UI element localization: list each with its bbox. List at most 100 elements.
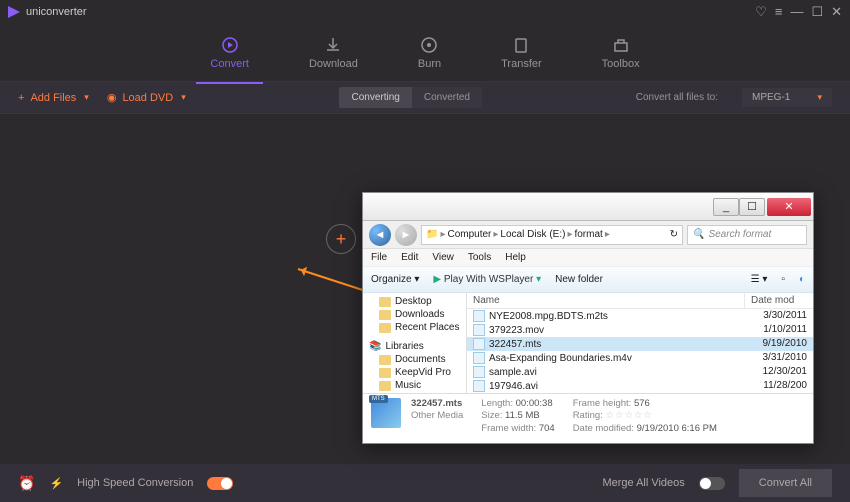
convert-all-button[interactable]: Convert All bbox=[739, 469, 832, 497]
nav-label: Transfer bbox=[501, 58, 542, 70]
tree-item: KeepVid Pro bbox=[363, 366, 466, 379]
nav-convert[interactable]: Convert bbox=[210, 36, 249, 70]
help-icon[interactable]: ◐ bbox=[799, 274, 805, 285]
folder-icon bbox=[379, 297, 391, 307]
back-button[interactable]: ◄ bbox=[369, 224, 391, 246]
tree-item: Music bbox=[363, 379, 466, 392]
dialog-maximize-button[interactable]: ☐ bbox=[739, 198, 765, 216]
close-icon[interactable]: ✕ bbox=[831, 4, 842, 20]
folder-icon: 📁 bbox=[426, 229, 438, 240]
toolbar: + Add Files ▾ ◉ Load DVD ▾ Converting Co… bbox=[0, 82, 850, 114]
user-icon[interactable]: ♡ bbox=[755, 4, 767, 20]
seg-converting[interactable]: Converting bbox=[339, 87, 411, 108]
status-segment: Converting Converted bbox=[339, 87, 482, 108]
output-format-select[interactable]: MPEG-1 ▾ bbox=[742, 88, 832, 107]
tree-item: Documents bbox=[363, 353, 466, 366]
disc-icon: ◉ bbox=[107, 91, 117, 104]
file-row[interactable]: 197946.avi11/28/200 bbox=[467, 379, 813, 393]
play-button[interactable]: ▶ Play With WSPlayer ▾ bbox=[433, 274, 541, 285]
tree-libraries: 📚Libraries bbox=[363, 340, 466, 353]
hsc-toggle[interactable] bbox=[207, 477, 233, 490]
preview-icon[interactable]: ▫ bbox=[781, 274, 785, 285]
folder-icon bbox=[379, 355, 391, 365]
nav-label: Download bbox=[309, 58, 358, 70]
menu-edit[interactable]: Edit bbox=[401, 252, 418, 263]
organize-button[interactable]: Organize ▾ bbox=[371, 274, 419, 285]
detail-filename: 322457.mts bbox=[411, 398, 462, 409]
nav-transfer[interactable]: Transfer bbox=[501, 36, 542, 70]
main-nav: Convert Download Burn Transfer Toolbox bbox=[0, 24, 850, 82]
download-icon bbox=[324, 36, 342, 54]
folder-icon bbox=[379, 323, 391, 333]
bottom-bar: ⏰ ⚡ High Speed Conversion Merge All Vide… bbox=[0, 464, 850, 502]
dialog-cmdbar: Organize ▾ ▶ Play With WSPlayer ▾ New fo… bbox=[363, 267, 813, 293]
forward-button[interactable]: ► bbox=[395, 224, 417, 246]
rating-stars[interactable]: ☆☆☆☆☆ bbox=[605, 410, 653, 421]
view-icon[interactable]: ☰ ▾ bbox=[751, 274, 768, 285]
folder-icon bbox=[379, 381, 391, 391]
dialog-menu: File Edit View Tools Help bbox=[363, 249, 813, 267]
search-icon: 🔍 bbox=[692, 229, 704, 240]
dialog-close-button[interactable]: ✕ bbox=[767, 198, 811, 216]
nav-download[interactable]: Download bbox=[309, 36, 358, 70]
file-open-dialog: _ ☐ ✕ ◄ ► 📁 ▸ Computer▸ Local Disk (E:)▸… bbox=[362, 192, 814, 444]
list-header[interactable]: NameDate mod bbox=[467, 293, 813, 309]
add-files-button[interactable]: + Add Files ▾ bbox=[18, 92, 89, 104]
refresh-icon[interactable]: ↻ bbox=[670, 229, 678, 240]
nav-toolbox[interactable]: Toolbox bbox=[602, 36, 640, 70]
merge-toggle[interactable] bbox=[699, 477, 725, 490]
file-row[interactable]: 322457.mts9/19/2010 bbox=[467, 337, 813, 351]
menu-view[interactable]: View bbox=[432, 252, 454, 263]
newfolder-button[interactable]: New folder bbox=[555, 274, 603, 285]
file-row[interactable]: NYE2008.mpg.BDTS.m2ts3/30/2011 bbox=[467, 309, 813, 323]
file-row[interactable]: sample.avi12/30/201 bbox=[467, 365, 813, 379]
file-icon bbox=[473, 338, 485, 350]
chevron-down-icon: ▾ bbox=[84, 92, 89, 103]
file-icon bbox=[473, 352, 485, 364]
seg-converted[interactable]: Converted bbox=[412, 87, 482, 108]
file-row[interactable]: Asa-Expanding Boundaries.m4v3/31/2010 bbox=[467, 351, 813, 365]
titlebar: uniconverter ♡ ≡ — ☐ ✕ bbox=[0, 0, 850, 24]
minimize-icon[interactable]: — bbox=[790, 4, 803, 20]
file-icon bbox=[473, 310, 485, 322]
chevron-down-icon: ▾ bbox=[181, 92, 186, 103]
app-logo-icon bbox=[8, 6, 20, 18]
folder-icon bbox=[379, 368, 391, 378]
dialog-titlebar: _ ☐ ✕ bbox=[363, 193, 813, 221]
burn-icon bbox=[420, 36, 438, 54]
hsc-label: High Speed Conversion bbox=[77, 477, 193, 489]
menu-help[interactable]: Help bbox=[505, 252, 526, 263]
file-icon bbox=[473, 366, 485, 378]
search-input[interactable]: 🔍 Search format bbox=[687, 225, 807, 245]
file-list: NameDate mod NYE2008.mpg.BDTS.m2ts3/30/2… bbox=[467, 293, 813, 393]
tree-item: Recent Places bbox=[363, 321, 466, 334]
maximize-icon[interactable]: ☐ bbox=[811, 4, 823, 20]
load-dvd-button[interactable]: ◉ Load DVD ▾ bbox=[107, 91, 186, 104]
transfer-icon bbox=[512, 36, 530, 54]
clock-icon[interactable]: ⏰ bbox=[18, 475, 35, 492]
plus-icon: + bbox=[18, 92, 24, 104]
dialog-navbar: ◄ ► 📁 ▸ Computer▸ Local Disk (E:)▸ forma… bbox=[363, 221, 813, 249]
folder-tree[interactable]: Desktop Downloads Recent Places 📚Librari… bbox=[363, 293, 467, 393]
menu-file[interactable]: File bbox=[371, 252, 387, 263]
detail-type: Other Media bbox=[411, 410, 463, 422]
dialog-minimize-button[interactable]: _ bbox=[713, 198, 739, 216]
add-files-drop-button[interactable]: + bbox=[326, 224, 356, 254]
file-row[interactable]: 379223.mov1/10/2011 bbox=[467, 323, 813, 337]
detail-pane: 322457.mts Other Media Length: 00:00:38 … bbox=[363, 393, 813, 431]
breadcrumb[interactable]: 📁 ▸ Computer▸ Local Disk (E:)▸ format▸ ↻ bbox=[421, 225, 683, 245]
menu-tools[interactable]: Tools bbox=[468, 252, 491, 263]
convert-icon bbox=[221, 36, 239, 54]
nav-label: Toolbox bbox=[602, 58, 640, 70]
convert-all-label: Convert all files to: bbox=[636, 92, 718, 103]
nav-burn[interactable]: Burn bbox=[418, 36, 441, 70]
bolt-icon: ⚡ bbox=[49, 477, 63, 490]
chevron-down-icon: ▾ bbox=[817, 92, 822, 103]
merge-label: Merge All Videos bbox=[602, 477, 684, 489]
nav-label: Burn bbox=[418, 58, 441, 70]
nav-label: Convert bbox=[210, 58, 249, 70]
file-icon bbox=[473, 324, 485, 336]
menu-icon[interactable]: ≡ bbox=[775, 4, 783, 20]
libraries-icon: 📚 bbox=[369, 341, 381, 352]
toolbox-icon bbox=[612, 36, 630, 54]
